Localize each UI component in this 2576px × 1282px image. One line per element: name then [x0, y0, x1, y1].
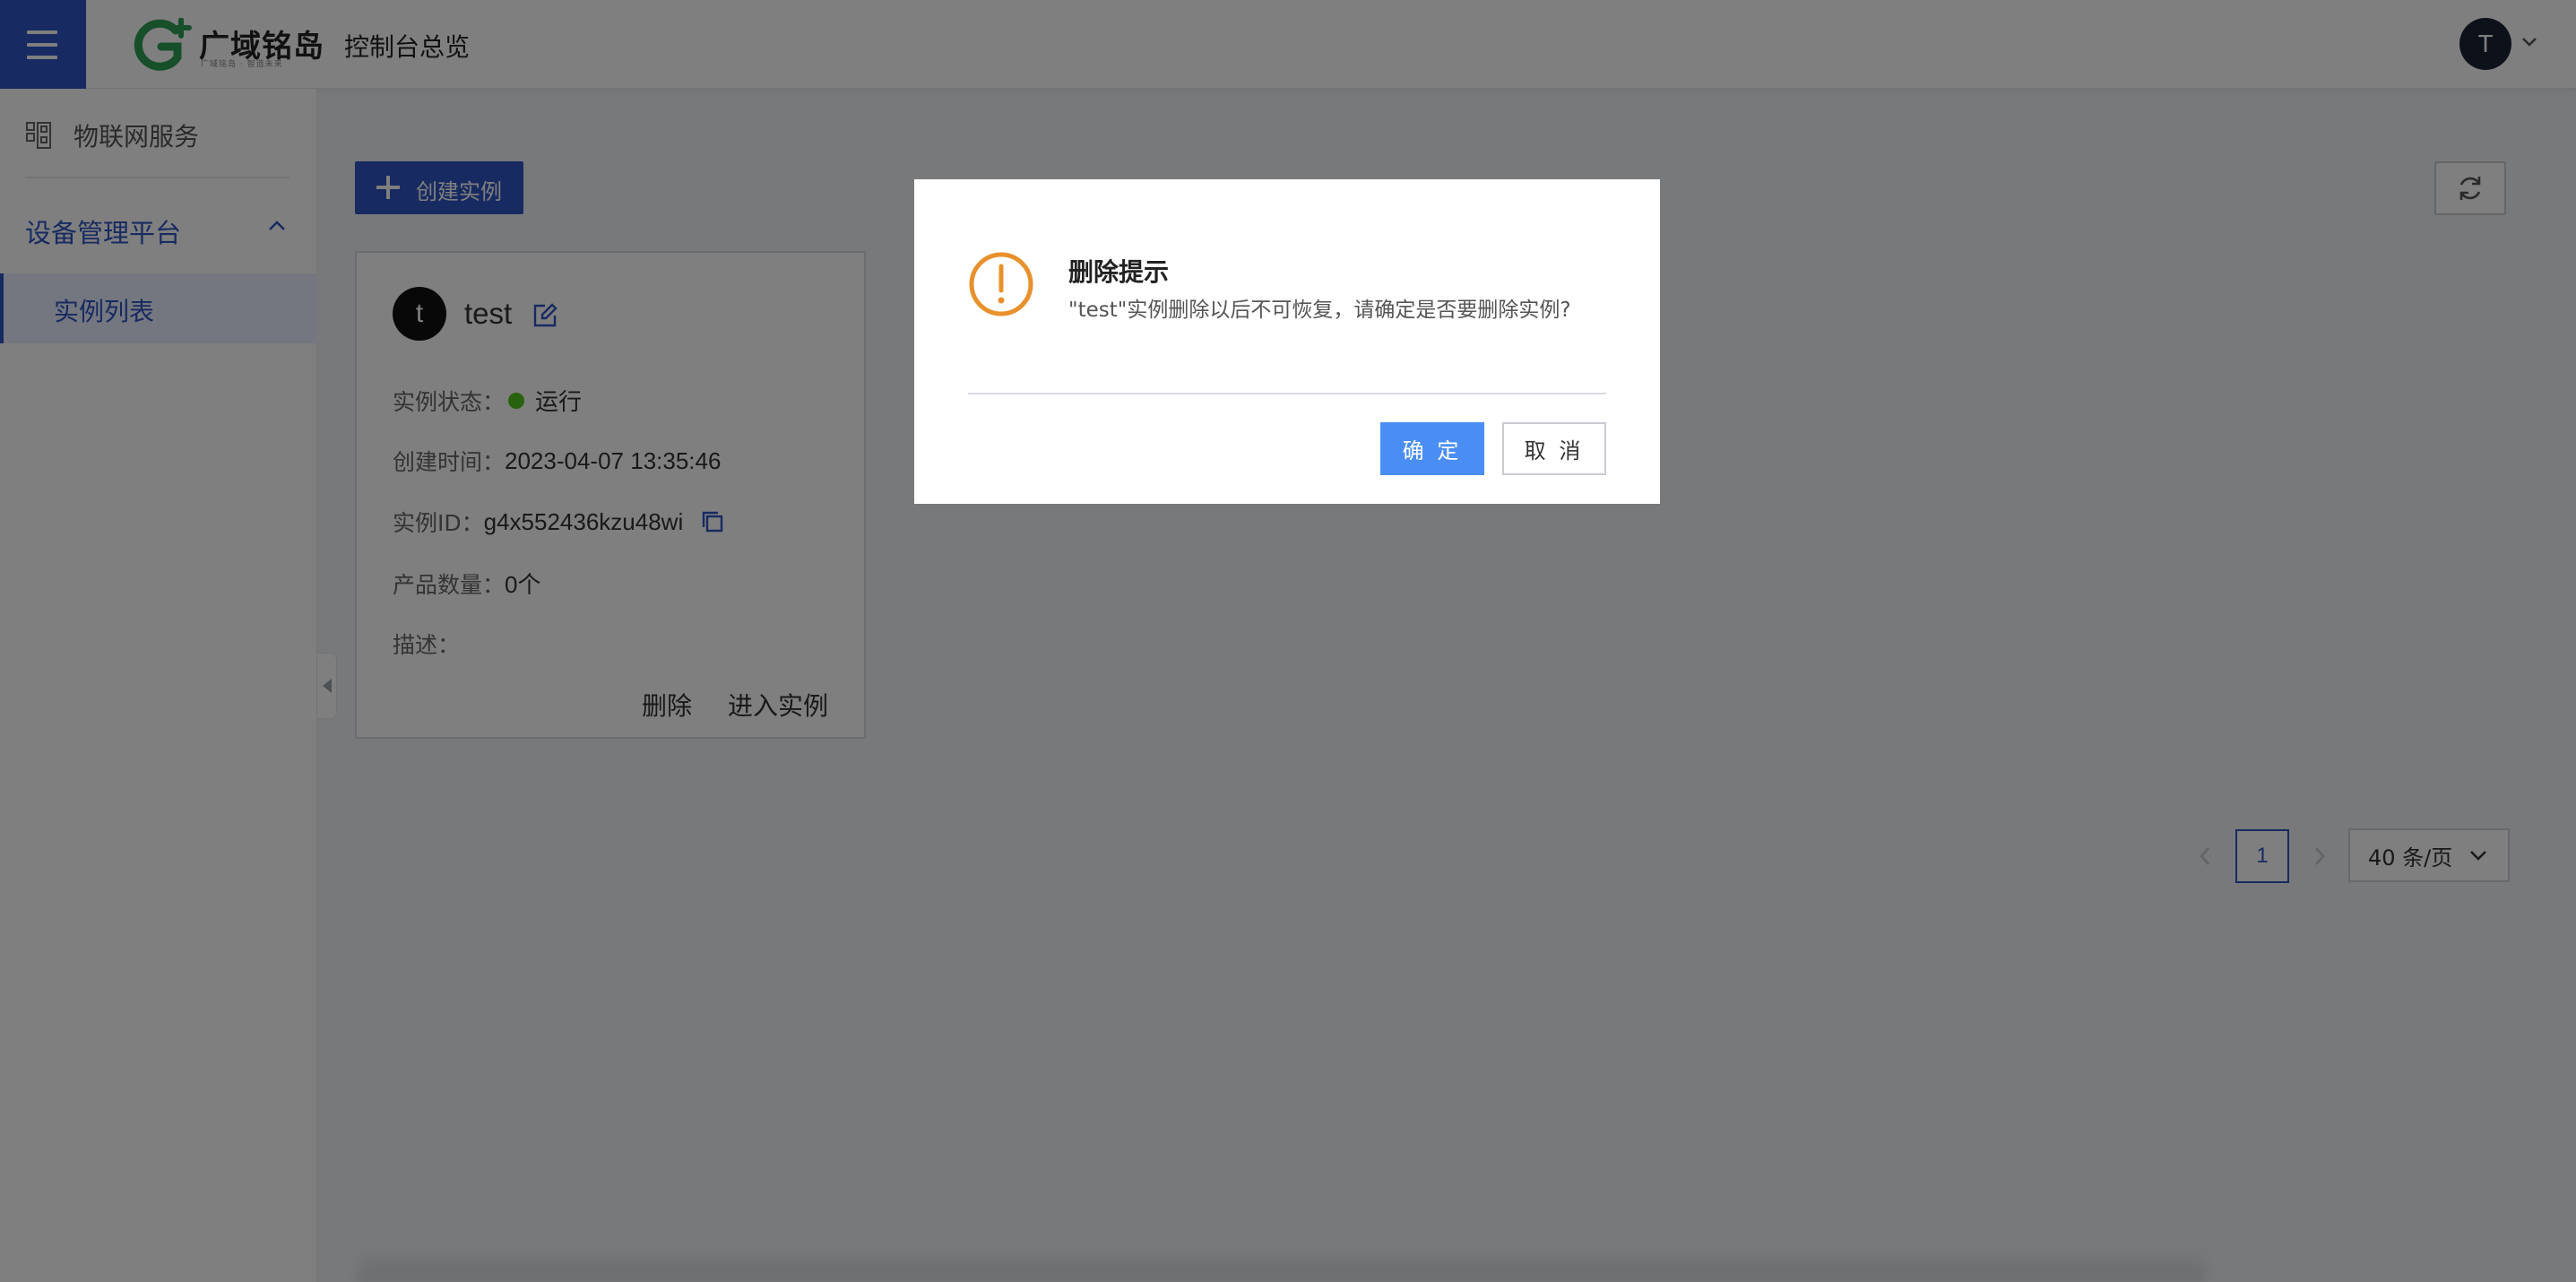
dialog-title: 删除提示 [1068, 257, 1170, 287]
confirm-button[interactable]: 确 定 [1380, 422, 1484, 475]
dialog-message: "test"实例删除以后不可恢复，请确定是否要删除实例? [1068, 299, 1571, 322]
warning-icon [969, 252, 1033, 316]
cancel-button[interactable]: 取 消 [1502, 422, 1606, 475]
delete-confirm-dialog: 删除提示 "test"实例删除以后不可恢复，请确定是否要删除实例? 确 定 取 … [914, 179, 1660, 504]
dialog-divider [968, 393, 1606, 394]
